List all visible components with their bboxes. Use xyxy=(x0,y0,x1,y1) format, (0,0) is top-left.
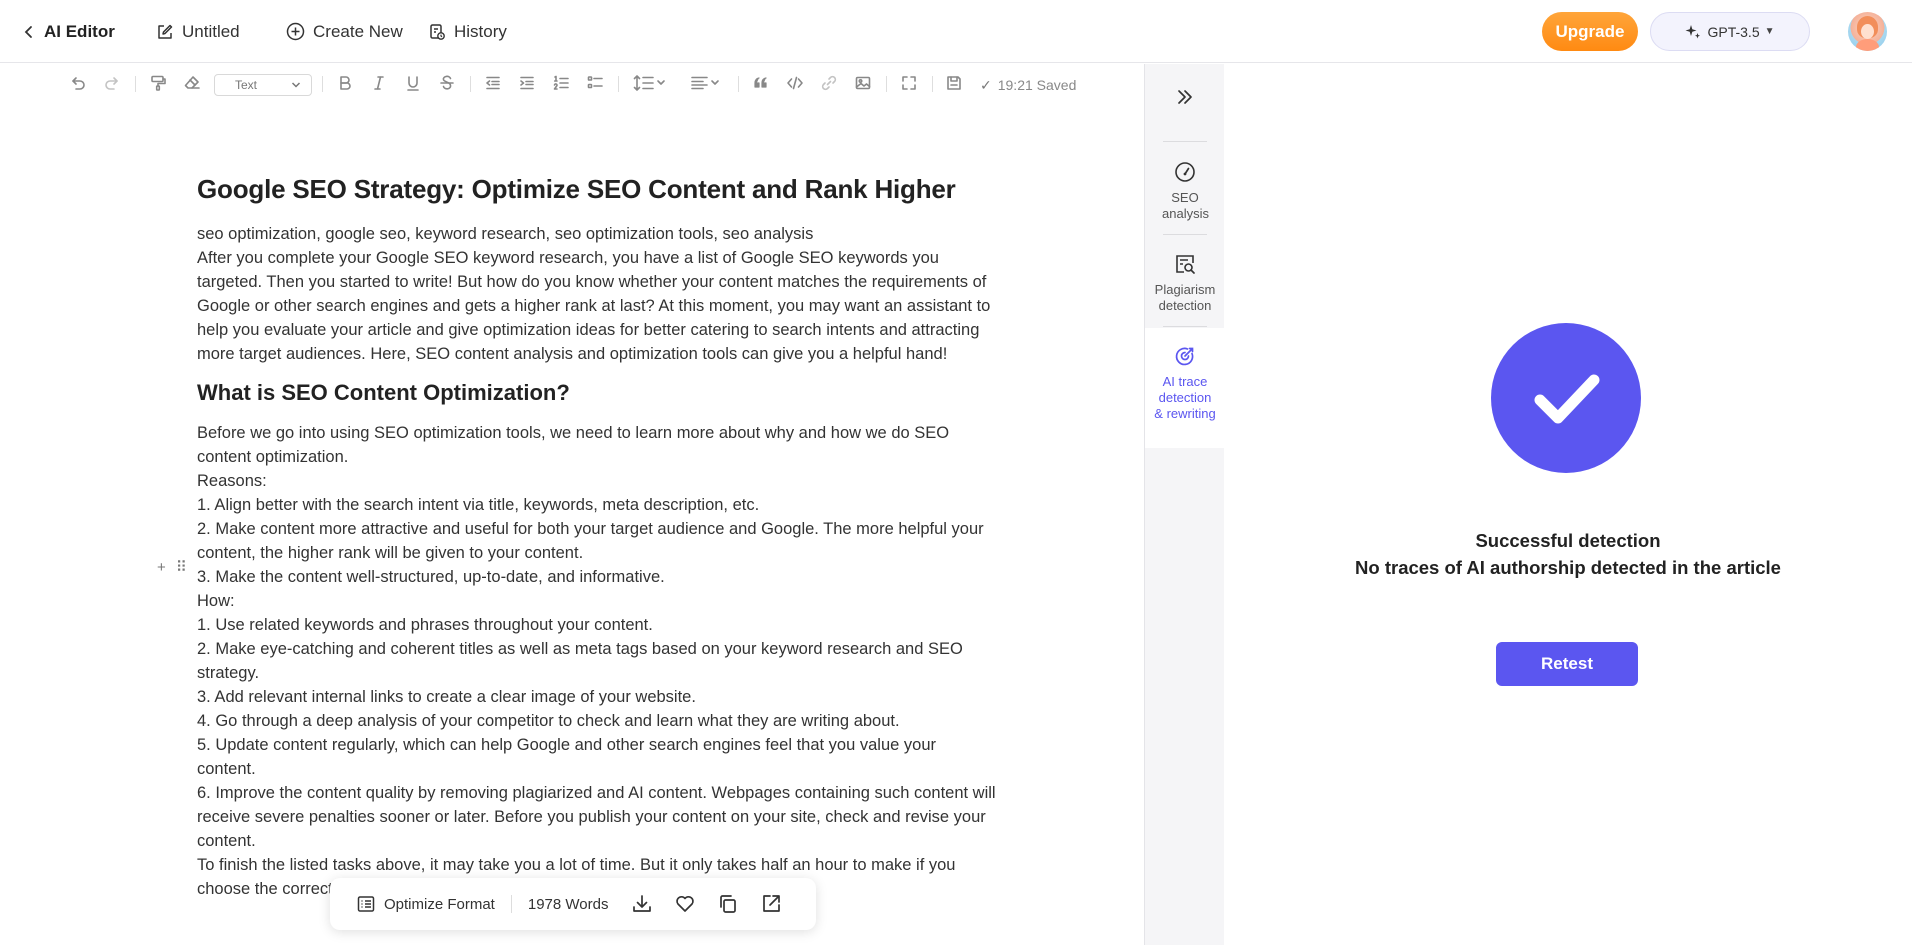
result-title: Successful detection xyxy=(1475,530,1661,551)
copy-icon[interactable] xyxy=(716,892,740,916)
bold-icon[interactable] xyxy=(334,72,356,94)
collapse-panel-button[interactable] xyxy=(1145,82,1225,112)
align-dropdown[interactable] xyxy=(690,72,726,94)
line-height-dropdown[interactable] xyxy=(633,72,669,94)
optimize-format-button[interactable]: Optimize Format xyxy=(356,894,495,914)
text-style-dropdown[interactable]: Text xyxy=(214,74,312,96)
model-label: GPT-3.5 xyxy=(1707,23,1760,40)
paragraph[interactable]: 3. Make the content well-structured, up-… xyxy=(197,565,997,589)
article-keywords[interactable]: seo optimization, google seo, keyword re… xyxy=(197,222,997,246)
avatar[interactable] xyxy=(1848,12,1887,51)
paragraph[interactable]: 6. Improve the content quality by removi… xyxy=(197,781,997,853)
paragraph[interactable]: 2. Make eye-catching and coherent titles… xyxy=(197,637,997,685)
indent-icon[interactable] xyxy=(516,72,538,94)
checkmark-icon xyxy=(1534,374,1600,424)
save-status: ✓ 19:21 Saved xyxy=(980,74,1076,96)
export-icon[interactable] xyxy=(759,892,783,916)
history-button[interactable]: History xyxy=(428,0,507,63)
outdent-icon[interactable] xyxy=(482,72,504,94)
paragraph[interactable]: 4. Go through a deep analysis of your co… xyxy=(197,709,997,733)
strikethrough-icon[interactable] xyxy=(436,72,458,94)
search-doc-icon xyxy=(1176,255,1195,274)
word-count: 1978 Words xyxy=(527,895,609,913)
save-icon[interactable] xyxy=(943,72,965,94)
article-intro[interactable]: After you complete your Google SEO keywo… xyxy=(197,246,997,366)
link-icon[interactable] xyxy=(818,72,840,94)
drag-handle-icon[interactable]: ⠿ xyxy=(176,558,187,576)
chevrons-right-icon xyxy=(1178,90,1192,104)
rail-item-ai-trace-detection[interactable]: AI trace detection & rewriting xyxy=(1145,328,1225,448)
speedometer-icon xyxy=(1175,162,1195,182)
result-message: No traces of AI authorship detected in t… xyxy=(1355,557,1781,578)
editor-area[interactable]: Google SEO Strategy: Optimize SEO Conten… xyxy=(0,104,1144,945)
paragraph[interactable]: 3. Add relevant internal links to create… xyxy=(197,685,997,709)
sparkle-icon xyxy=(1685,24,1701,38)
text-style-label: Text xyxy=(235,78,258,92)
formatting-toolbar: Text ✓ 19:21 Saved xyxy=(0,64,1144,104)
target-icon xyxy=(1175,347,1194,366)
paragraph[interactable]: 1. Align better with the search intent v… xyxy=(197,493,997,517)
top-bar: AI Editor Untitled Create New History Up… xyxy=(0,0,1912,63)
saved-time: 19:21 Saved xyxy=(997,77,1077,93)
paragraph[interactable]: How: xyxy=(197,589,997,613)
tool-rail: SEO analysis Plagiarism detection AI tra… xyxy=(1144,64,1225,945)
ai-detection-panel: Successful detection No traces of AI aut… xyxy=(1224,64,1912,945)
chevron-left-icon xyxy=(24,25,32,38)
floating-action-bar: Optimize Format 1978 Words xyxy=(330,878,816,930)
rail-item-label: AI trace detection & rewriting xyxy=(1154,374,1216,421)
image-icon[interactable] xyxy=(852,72,874,94)
paragraph[interactable]: 5. Update content regularly, which can h… xyxy=(197,733,997,781)
undo-icon[interactable] xyxy=(67,72,89,94)
fullscreen-icon[interactable] xyxy=(898,72,920,94)
create-new-button[interactable]: Create New xyxy=(286,0,403,63)
favorite-heart-icon[interactable] xyxy=(673,892,697,916)
document-title-label: Untitled xyxy=(182,21,240,41)
ordered-list-icon[interactable] xyxy=(550,72,572,94)
rail-item-label: SEO analysis xyxy=(1162,190,1209,221)
back-label: AI Editor xyxy=(44,21,115,41)
code-icon[interactable] xyxy=(784,72,806,94)
clear-format-icon[interactable] xyxy=(181,72,203,94)
paragraph[interactable]: Before we go into using SEO optimization… xyxy=(197,421,997,469)
format-list-icon xyxy=(357,896,375,912)
underline-icon[interactable] xyxy=(402,72,424,94)
redo-icon[interactable] xyxy=(101,72,123,94)
paragraph[interactable]: Reasons: xyxy=(197,469,997,493)
check-icon: ✓ xyxy=(980,76,992,93)
back-to-ai-editor[interactable]: AI Editor xyxy=(24,0,115,63)
rail-item-seo-analysis[interactable]: SEO analysis xyxy=(1145,160,1225,224)
format-painter-icon[interactable] xyxy=(147,72,169,94)
document-title[interactable]: Untitled xyxy=(156,0,240,63)
history-label: History xyxy=(454,21,507,41)
block-handle[interactable]: + ⠿ xyxy=(157,558,197,577)
download-icon[interactable] xyxy=(630,892,654,916)
rail-item-plagiarism-detection[interactable]: Plagiarism detection xyxy=(1145,252,1225,316)
chevron-down-icon xyxy=(291,82,301,88)
add-block-icon[interactable]: + xyxy=(157,559,166,576)
model-selector[interactable]: GPT-3.5 ▼ xyxy=(1650,12,1810,51)
paragraph[interactable]: 1. Use related keywords and phrases thro… xyxy=(197,613,997,637)
paragraph[interactable]: 2. Make content more attractive and usef… xyxy=(197,517,997,565)
optimize-format-label: Optimize Format xyxy=(384,895,495,913)
caret-down-icon: ▼ xyxy=(1764,26,1775,37)
upgrade-button[interactable]: Upgrade xyxy=(1542,12,1638,51)
article-content[interactable]: Google SEO Strategy: Optimize SEO Conten… xyxy=(197,172,997,901)
plus-circle-icon xyxy=(286,22,305,41)
bullet-list-icon[interactable] xyxy=(584,72,606,94)
history-icon xyxy=(430,23,445,40)
article-heading[interactable]: What is SEO Content Optimization? xyxy=(197,378,997,408)
quote-icon[interactable] xyxy=(750,72,772,94)
create-new-label: Create New xyxy=(313,21,403,41)
success-badge xyxy=(1491,323,1641,473)
edit-icon xyxy=(158,24,173,39)
article-title[interactable]: Google SEO Strategy: Optimize SEO Conten… xyxy=(197,172,997,206)
retest-button[interactable]: Retest xyxy=(1496,642,1638,686)
italic-icon[interactable] xyxy=(368,72,390,94)
rail-item-label: Plagiarism detection xyxy=(1154,282,1216,313)
